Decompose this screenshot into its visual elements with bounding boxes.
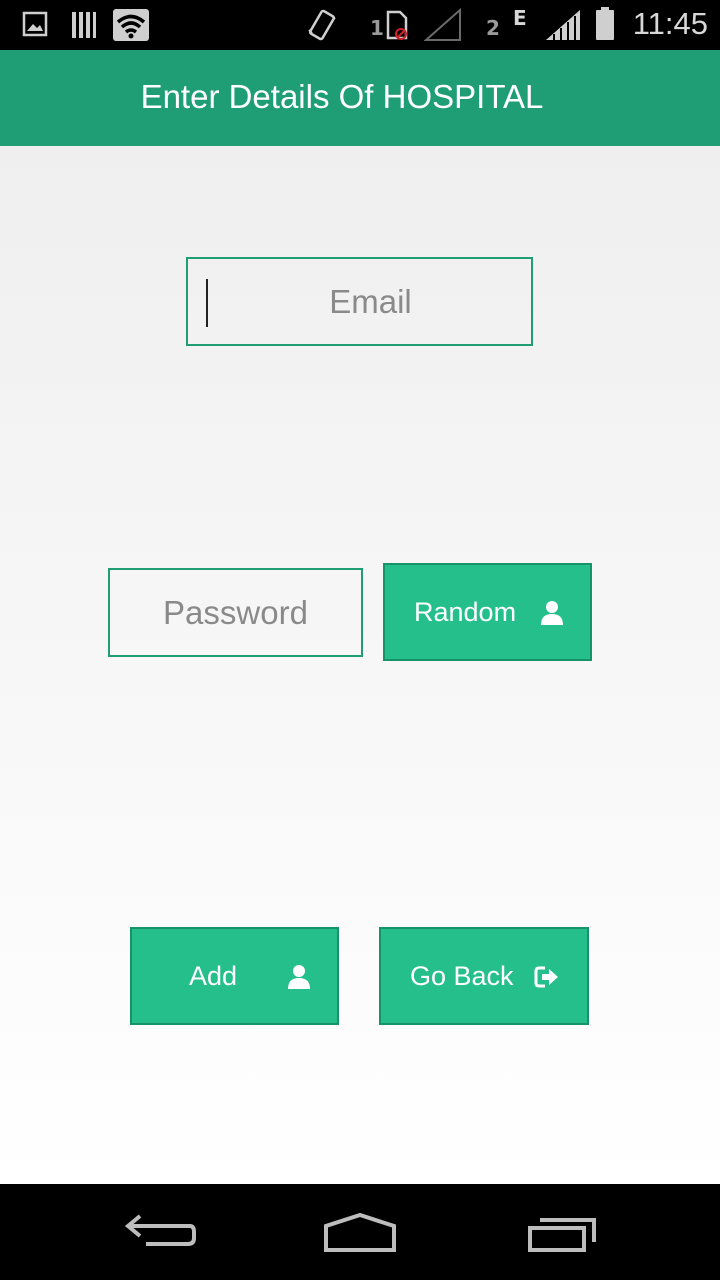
sign-out-icon — [534, 966, 558, 988]
home-icon[interactable] — [322, 1212, 398, 1254]
clock: 11:45 — [632, 6, 708, 41]
navigation-bar — [0, 1184, 720, 1280]
sim1-label: 1 — [370, 16, 384, 40]
go-back-button-label: Go Back — [410, 960, 514, 991]
image-icon — [22, 11, 48, 37]
go-back-button[interactable]: Go Back — [379, 927, 589, 1025]
user-icon — [288, 965, 310, 989]
email-placeholder: Email — [329, 282, 412, 320]
wifi-icon — [113, 9, 149, 41]
page-title: Enter Details Of HOSPITAL — [140, 78, 544, 115]
sim2-label: 2 — [486, 16, 500, 40]
recents-icon[interactable] — [526, 1214, 598, 1254]
random-button[interactable]: Random — [383, 563, 592, 661]
form-area: Email Password Random Add Go Back — [0, 146, 720, 1184]
add-button-label: Add — [189, 960, 238, 991]
password-placeholder: Password — [163, 593, 308, 631]
signal-icon — [546, 10, 580, 40]
add-button[interactable]: Add — [130, 927, 339, 1025]
signal-icon — [424, 8, 461, 41]
back-icon[interactable] — [124, 1212, 196, 1252]
battery-icon — [596, 7, 614, 40]
sim-card-icon — [386, 10, 408, 40]
random-button-label: Random — [414, 596, 517, 627]
barcode-icon — [72, 12, 96, 38]
user-icon — [541, 601, 563, 625]
app-bar: Enter Details Of HOSPITAL — [0, 50, 720, 146]
email-field[interactable]: Email — [186, 257, 533, 346]
network-type-label: E — [513, 6, 527, 30]
password-field[interactable]: Password — [108, 568, 363, 657]
vibrate-icon — [308, 9, 336, 41]
status-bar: 1 2 E 11:45 — [0, 0, 720, 50]
